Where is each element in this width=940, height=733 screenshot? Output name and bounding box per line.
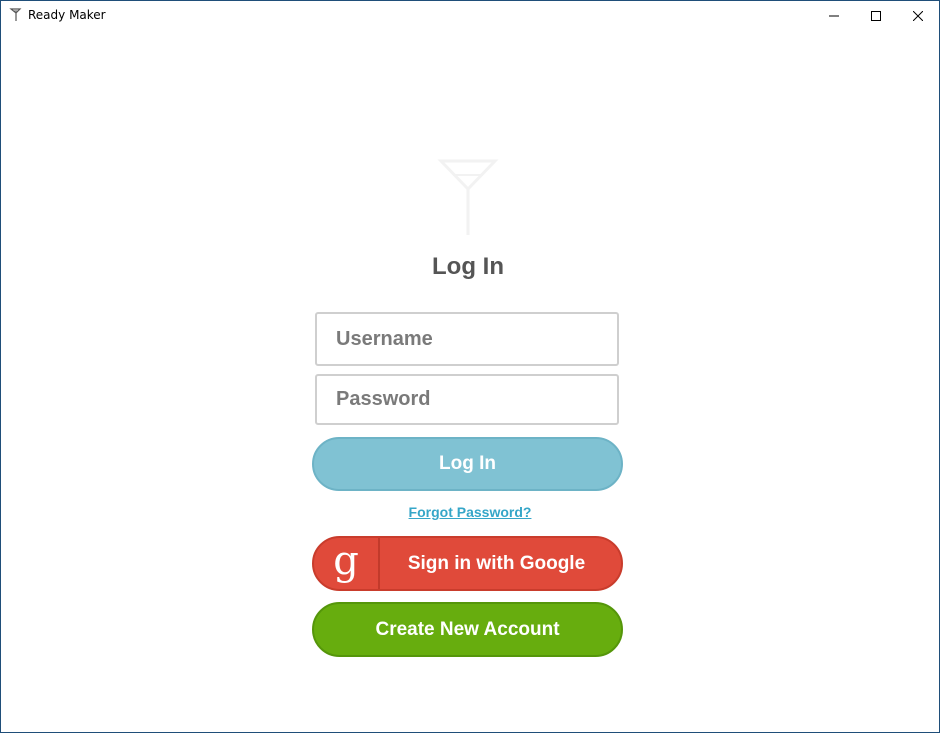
password-field[interactable]: [315, 374, 619, 425]
login-button[interactable]: Log In: [312, 437, 623, 491]
title-bar[interactable]: Ready Maker: [1, 1, 939, 30]
create-account-label: Create New Account: [375, 618, 560, 640]
maximize-button[interactable]: [853, 1, 899, 30]
close-button[interactable]: [895, 1, 939, 30]
google-signin-button[interactable]: g Sign in with Google: [312, 536, 623, 591]
google-signin-label: Sign in with Google: [407, 552, 586, 574]
password-input[interactable]: [336, 376, 606, 423]
close-icon: [913, 10, 923, 21]
maximize-icon: [871, 10, 881, 21]
login-button-label: Log In: [439, 453, 496, 474]
create-account-button[interactable]: Create New Account: [312, 602, 623, 657]
page-title: Log In: [432, 253, 504, 280]
minimize-button[interactable]: [811, 1, 857, 30]
username-input[interactable]: [336, 314, 606, 364]
minimize-icon: [829, 15, 839, 16]
app-window: Ready Maker Log In Log In Forgot Passwor…: [0, 0, 940, 733]
username-field[interactable]: [315, 312, 619, 366]
forgot-password-link[interactable]: Forgot Password?: [331, 504, 609, 520]
google-icon: g: [314, 538, 380, 589]
window-title: Ready Maker: [28, 8, 106, 22]
faded-logo-icon: [437, 159, 499, 235]
ready-maker-icon: [9, 8, 22, 21]
